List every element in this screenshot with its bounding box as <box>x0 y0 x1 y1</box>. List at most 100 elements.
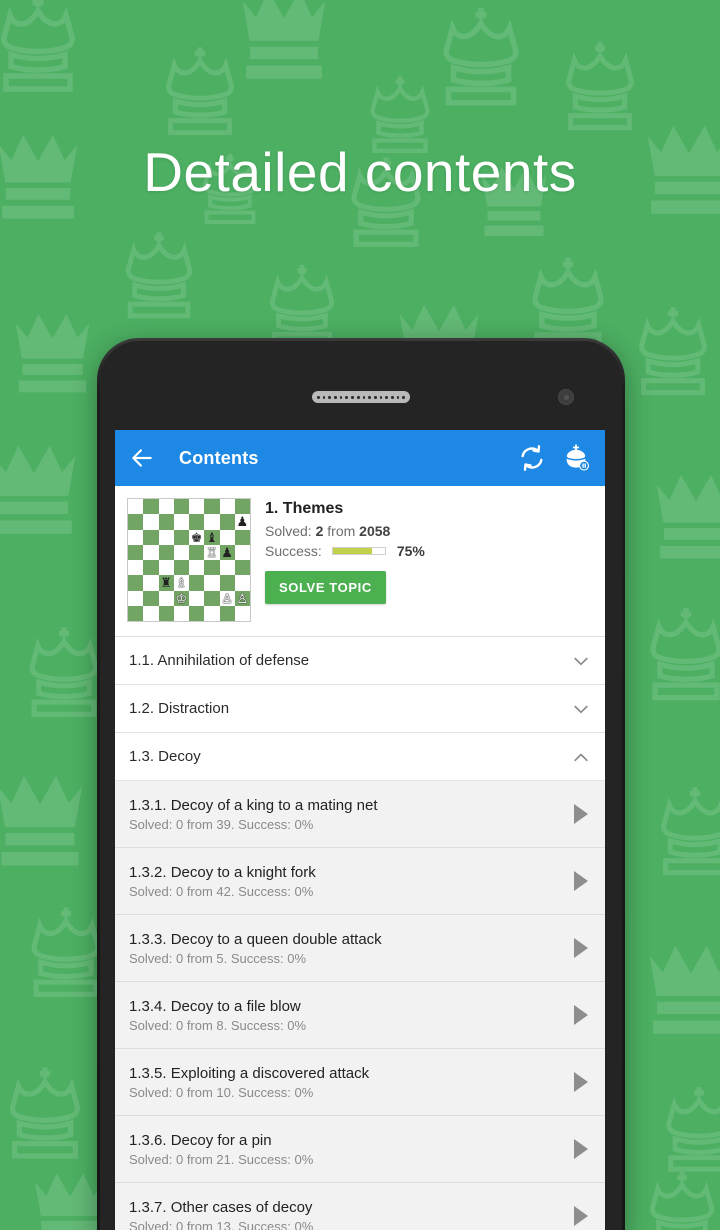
section-row[interactable]: 1.1. Annihilation of defense <box>115 637 605 685</box>
speaker-dot <box>356 395 360 399</box>
board-square: ♜ <box>158 575 174 591</box>
chess-queen-crown-icon <box>0 430 93 548</box>
chess-king-icon[interactable] <box>561 443 591 473</box>
board-square <box>219 575 235 591</box>
subtopic-text: 1.3.3. Decoy to a queen double attack Sol… <box>129 931 574 966</box>
board-square <box>173 544 189 560</box>
board-square <box>189 575 205 591</box>
board-square <box>128 529 144 545</box>
board-square <box>143 514 159 530</box>
board-square <box>189 499 205 515</box>
play-triangle-icon[interactable] <box>574 1139 588 1159</box>
chess-queen-crown-icon <box>646 1080 720 1186</box>
subtopic-row[interactable]: 1.3.7. Other cases of decoy Solved: 0 fro… <box>115 1183 605 1230</box>
subtopic-row[interactable]: 1.3.5. Exploiting a discovered attack Sol… <box>115 1049 605 1116</box>
speaker-dot <box>396 395 400 399</box>
board-square <box>128 560 144 576</box>
chess-queen-crown-icon <box>640 460 720 572</box>
board-square: ♟ <box>219 544 235 560</box>
chess-queen-crown-icon <box>105 225 213 333</box>
section-row[interactable]: 1.2. Distraction <box>115 685 605 733</box>
subtopic-title: 1.3.2. Decoy to a knight fork <box>129 863 316 881</box>
board-square <box>173 529 189 545</box>
board-square <box>204 499 220 515</box>
board-square <box>173 514 189 530</box>
subtopic-stats: Solved: 0 from 10. Success: 0% <box>129 1084 314 1100</box>
solved-label: Solved: <box>265 523 312 539</box>
board-square: ♗ <box>173 575 189 591</box>
speaker-dot <box>328 395 332 399</box>
front-camera-icon <box>558 389 574 405</box>
play-triangle-icon[interactable] <box>574 871 588 891</box>
board-square: ♙ <box>219 590 235 606</box>
board-square <box>143 560 159 576</box>
white-rook: ♖ <box>206 544 218 560</box>
board-square <box>158 560 174 576</box>
black-king: ♚ <box>190 529 203 545</box>
speaker-dot <box>345 395 349 399</box>
subtopic-stats: Solved: 0 from 42. Success: 0% <box>129 883 314 899</box>
speaker-dot <box>362 395 366 399</box>
play-triangle-icon[interactable] <box>574 1206 588 1226</box>
chess-queen-crown-icon <box>0 1060 102 1174</box>
subtopic-row[interactable]: 1.3.2. Decoy to a knight fork Solved: 0 f… <box>115 848 605 915</box>
board-square: ♖ <box>204 544 220 560</box>
speaker-dot <box>385 395 388 399</box>
chess-board-thumbnail: ♟ ♚ ♝ ♖ ♟ ♜ ♗ ♔ ♙ ♙ <box>127 498 251 622</box>
board-square: ♟ <box>234 514 250 530</box>
board-square <box>204 575 220 591</box>
speaker-dot <box>351 395 354 399</box>
play-triangle-icon[interactable] <box>574 1005 588 1025</box>
subtopic-row[interactable]: 1.3.3. Decoy to a queen double attack Sol… <box>115 915 605 982</box>
board-square <box>143 544 159 560</box>
subtopic-row[interactable]: 1.3.6. Decoy for a pin Solved: 0 from 21.… <box>115 1116 605 1183</box>
section-label: 1.2. Distraction <box>129 700 230 717</box>
subtopic-row[interactable]: 1.3.4. Decoy to a file blow Solved: 0 fro… <box>115 982 605 1049</box>
section-row[interactable]: 1.3. Decoy <box>115 733 605 781</box>
chevron-up-icon <box>574 753 588 761</box>
subtopic-text: 1.3.5. Exploiting a discovered attack Sol… <box>129 1065 574 1100</box>
back-arrow-icon[interactable] <box>129 445 155 471</box>
phone-screen: Contents ♟ ♚ ♝ ♖ ♟ ♜ ♗ ♔ ♙ ♙ 1. Themes S… <box>115 430 605 1230</box>
solve-topic-button[interactable]: SOLVE TOPIC <box>265 571 386 604</box>
chess-queen-crown-icon <box>0 760 100 880</box>
subtopic-row[interactable]: 1.3.1. Decoy of a king to a mating net So… <box>115 781 605 848</box>
board-square: ♔ <box>173 590 189 606</box>
board-square <box>128 590 144 606</box>
board-square <box>234 605 250 621</box>
earpiece-speaker-grille <box>312 391 410 403</box>
board-square <box>219 514 235 530</box>
promo-screenshot: Detailed contents Contents ♟ ♚ ♝ ♖ ♟ ♜ ♗… <box>0 0 720 1230</box>
chess-board: ♟ ♚ ♝ ♖ ♟ ♜ ♗ ♔ ♙ ♙ <box>127 498 251 622</box>
speaker-dot <box>368 395 371 399</box>
white-pawn: ♙ <box>221 590 233 606</box>
board-square <box>219 560 235 576</box>
play-triangle-icon[interactable] <box>574 938 588 958</box>
subtopic-title: 1.3.4. Decoy to a file blow <box>129 997 301 1015</box>
play-triangle-icon[interactable] <box>574 804 588 824</box>
app-bar: Contents <box>115 430 605 486</box>
chess-queen-crown-icon <box>225 0 343 93</box>
chess-queen-crown-icon <box>618 300 720 410</box>
board-square <box>128 605 144 621</box>
subtopic-stats: Solved: 0 from 39. Success: 0% <box>129 816 314 832</box>
subtopic-text: 1.3.7. Other cases of decoy Solved: 0 fro… <box>129 1199 574 1230</box>
phone-bezel: Contents ♟ ♚ ♝ ♖ ♟ ♜ ♗ ♔ ♙ ♙ 1. Themes S… <box>100 341 622 1230</box>
board-square <box>189 514 205 530</box>
board-square <box>189 560 205 576</box>
speaker-dot <box>339 395 343 399</box>
chess-queen-crown-icon <box>0 0 98 108</box>
subtopic-stats: Solved: 0 from 8. Success: 0% <box>129 1017 307 1033</box>
chess-queen-crown-icon <box>0 300 105 405</box>
subtopic-stats: Solved: 0 from 13. Success: 0% <box>129 1218 314 1230</box>
board-square <box>128 499 144 515</box>
sync-refresh-icon[interactable] <box>517 443 547 473</box>
board-square <box>189 605 205 621</box>
board-square <box>219 499 235 515</box>
board-square <box>204 605 220 621</box>
subtopic-title: 1.3.5. Exploiting a discovered attack <box>129 1064 370 1082</box>
play-triangle-icon[interactable] <box>574 1072 588 1092</box>
success-label: Success: <box>265 543 322 559</box>
board-square <box>234 575 250 591</box>
chess-queen-crown-icon <box>545 35 655 145</box>
